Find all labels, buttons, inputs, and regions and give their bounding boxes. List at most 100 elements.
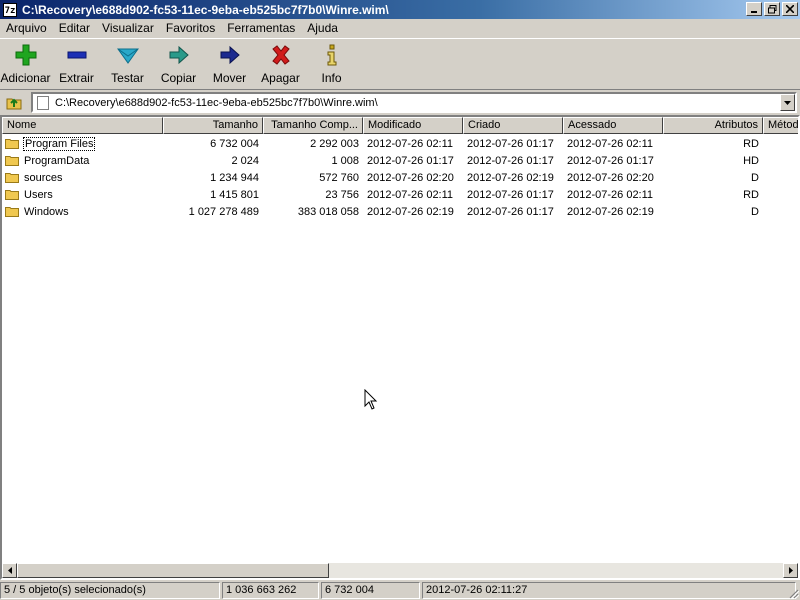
column-header-accessed[interactable]: Acessado [563,117,663,134]
menu-bar: Arquivo Editar Visualizar Favoritos Ferr… [0,19,800,37]
app-window: 7z C:\Recovery\e688d902-fc53-11ec-9eba-e… [0,0,800,600]
modified-cell: 2012-07-26 02:11 [367,137,454,150]
up-folder-button[interactable] [2,91,26,113]
table-row[interactable]: ProgramData 2 024 1 008 2012-07-26 01:17… [2,152,763,169]
size-cell: 2 024 [231,154,259,167]
file-name: Users [24,188,53,201]
arrow-right-icon [788,567,793,574]
packed-size-cell: 383 018 058 [297,205,359,218]
toolbar: Adicionar Extrair Testar Copiar Mover Ap… [0,38,800,88]
menu-ajuda[interactable]: Ajuda [301,21,344,35]
window-controls [746,2,798,16]
status-selection: 5 / 5 objeto(s) selecionado(s) [0,582,220,599]
address-path: C:\Recovery\e688d902-fc53-11ec-9eba-eb52… [55,96,378,109]
file-list[interactable]: Nome Tamanho Tamanho Comp... Modificado … [0,115,800,580]
add-label: Adicionar [0,71,51,85]
folder-icon [5,190,19,200]
attributes-cell: HD [743,154,759,167]
info-label: Info [321,71,342,85]
copy-button[interactable]: Copiar [153,39,204,87]
column-header-created[interactable]: Criado [463,117,563,134]
table-row[interactable]: Windows 1 027 278 489 383 018 058 2012-0… [2,203,763,220]
delete-label: Apagar [261,71,300,85]
chevron-down-icon [784,100,791,105]
address-combobox[interactable]: C:\Recovery\e688d902-fc53-11ec-9eba-eb52… [31,92,797,113]
minus-icon [67,51,86,59]
folder-icon [5,156,19,166]
file-name: sources [24,171,63,184]
add-button[interactable]: Adicionar [0,39,51,87]
accessed-cell: 2012-07-26 02:11 [567,188,654,201]
menu-arquivo[interactable]: Arquivo [0,21,53,35]
file-name: ProgramData [24,154,90,167]
title-bar[interactable]: 7z C:\Recovery\e688d902-fc53-11ec-9eba-e… [0,0,800,19]
table-row[interactable]: sources 1 234 944 572 760 2012-07-26 02:… [2,169,763,186]
size-cell: 1 234 944 [210,171,259,184]
extract-button[interactable]: Extrair [51,39,102,87]
size-cell: 6 732 004 [210,137,259,150]
test-label: Testar [111,71,144,85]
close-icon [786,5,794,13]
table-row[interactable]: Program Files 6 732 004 2 292 003 2012-0… [2,135,763,152]
column-header-modified[interactable]: Modificado [363,117,463,134]
column-header-attributes[interactable]: Atributos [663,117,763,134]
attributes-cell: RD [743,137,759,150]
restore-button[interactable] [764,2,780,16]
address-dropdown-button[interactable] [780,94,795,111]
accessed-cell: 2012-07-26 02:11 [567,137,654,150]
modified-cell: 2012-07-26 02:11 [367,188,454,201]
size-cell: 1 415 801 [210,188,259,201]
menu-ferramentas[interactable]: Ferramentas [221,21,301,35]
restore-icon [767,4,776,13]
created-cell: 2012-07-26 01:17 [467,137,554,150]
minimize-icon [751,11,757,13]
scrollbar-thumb[interactable] [17,563,329,578]
up-folder-icon [6,98,22,109]
menu-editar[interactable]: Editar [53,21,96,35]
modified-cell: 2012-07-26 02:19 [367,205,454,218]
modified-cell: 2012-07-26 02:20 [367,171,454,184]
address-bar: C:\Recovery\e688d902-fc53-11ec-9eba-eb52… [0,89,800,113]
minimize-button[interactable] [746,2,762,16]
move-label: Mover [212,71,247,85]
move-button[interactable]: Mover [204,39,255,87]
created-cell: 2012-07-26 02:19 [467,171,554,184]
scroll-right-button[interactable] [783,563,798,578]
copy-arrow-icon [169,45,189,65]
column-header-packed-size[interactable]: Tamanho Comp... [263,117,363,134]
menu-favoritos[interactable]: Favoritos [160,21,221,35]
window-title: C:\Recovery\e688d902-fc53-11ec-9eba-eb52… [22,2,389,17]
packed-size-cell: 23 756 [325,188,359,201]
packed-size-cell: 572 760 [319,171,359,184]
column-header-method[interactable]: Métod [763,117,798,134]
scroll-left-button[interactable] [2,563,17,578]
column-header-size[interactable]: Tamanho [163,117,263,134]
document-icon [37,95,49,110]
name-cell: Users [2,189,163,201]
column-headers: Nome Tamanho Tamanho Comp... Modificado … [2,117,798,135]
delete-button[interactable]: Apagar [255,39,306,87]
name-cell: Windows [2,206,163,218]
app-logo-icon: 7z [3,2,17,17]
table-row[interactable]: Users 1 415 801 23 756 2012-07-26 02:11 … [2,186,763,203]
test-button[interactable]: Testar [102,39,153,87]
resize-grip-icon[interactable] [787,587,799,599]
size-cell: 1 027 278 489 [188,205,259,218]
created-cell: 2012-07-26 01:17 [467,188,554,201]
plus-icon [15,44,36,66]
info-button[interactable]: Info [306,39,357,87]
name-cell: Program Files [2,136,163,151]
move-arrow-icon [220,45,240,65]
status-modified: 2012-07-26 02:11:27 [422,582,796,599]
menu-visualizar[interactable]: Visualizar [96,21,160,35]
packed-size-cell: 2 292 003 [310,137,359,150]
info-icon [327,44,336,66]
mouse-cursor-icon [364,389,378,410]
packed-size-cell: 1 008 [331,154,359,167]
modified-cell: 2012-07-26 01:17 [367,154,454,167]
close-button[interactable] [782,2,798,16]
column-header-name[interactable]: Nome [2,117,163,134]
horizontal-scrollbar[interactable] [2,563,798,578]
file-name: Windows [24,205,69,218]
attributes-cell: D [751,171,759,184]
